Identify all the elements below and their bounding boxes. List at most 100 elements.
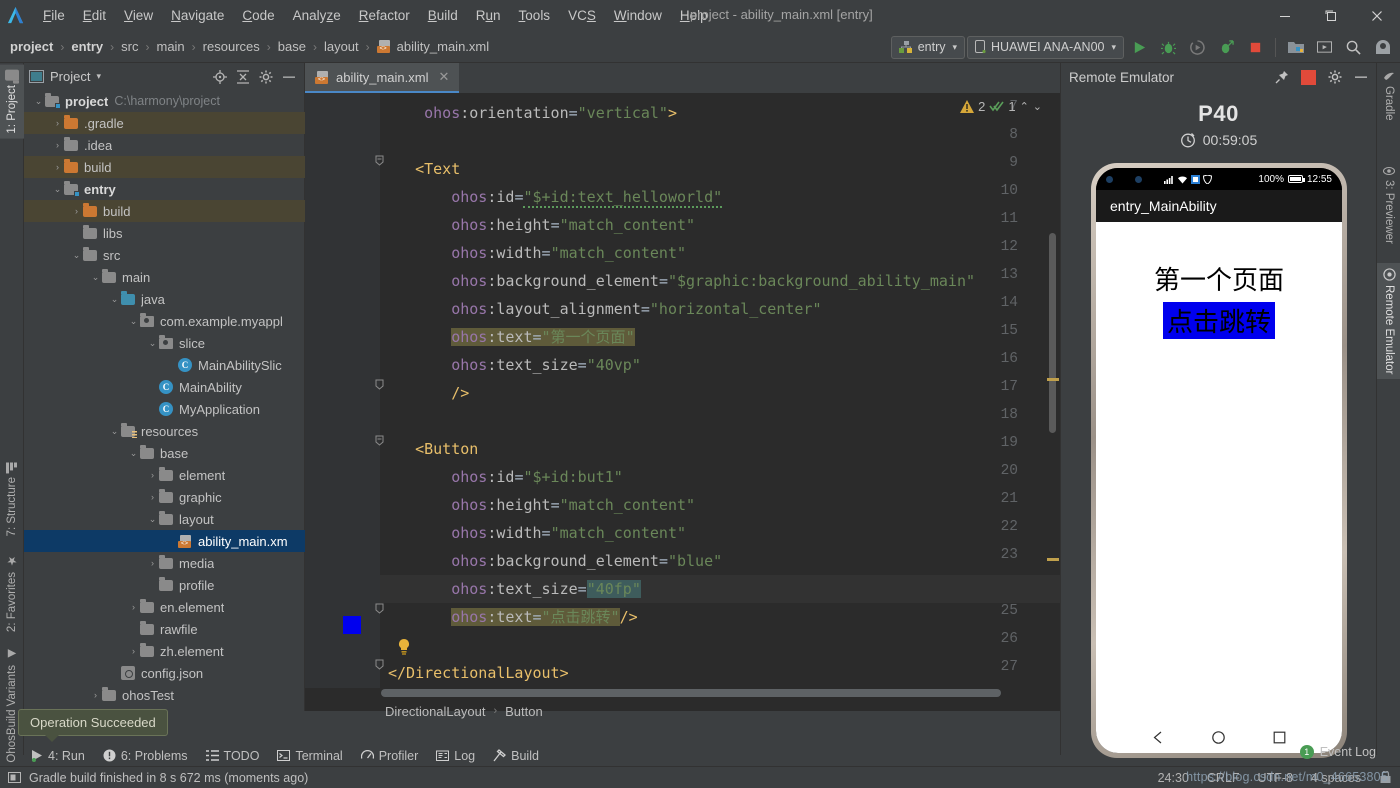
app-jump-button[interactable]: 点击跳转 [1163,302,1275,339]
gear-icon[interactable] [259,70,273,84]
tree-item-mainability[interactable]: CMainAbility [24,376,305,398]
code-line[interactable]: ohos:text="点击跳转"/> [388,603,638,631]
breadcrumb-base[interactable]: base [274,37,310,56]
tree-item-libs[interactable]: libs [24,222,305,244]
breadcrumb-main[interactable]: main [152,37,188,56]
code-line[interactable]: /> [388,379,469,407]
menu-view[interactable]: View [115,5,162,27]
tree-item-layout[interactable]: ⌄layout [24,508,305,530]
code-line[interactable]: ohos:text_size="40vp" [388,351,641,379]
fold-marker[interactable] [374,379,385,390]
code-area[interactable]: 789101112131415161718192021222324252627 … [305,93,1060,688]
attach-debugger-icon[interactable] [1184,34,1211,61]
vertical-scrollbar[interactable] [1049,233,1056,433]
menu-refactor[interactable]: Refactor [350,5,419,27]
menu-vcs[interactable]: VCS [559,5,605,27]
code-line[interactable]: ohos:height="match_content" [388,491,695,519]
hide-icon[interactable] [1354,70,1368,84]
expand-arrow-icon[interactable]: › [127,602,140,612]
code-line[interactable]: ohos:background_element="$graphic:backgr… [388,267,975,295]
gear-icon[interactable] [1328,70,1342,84]
caret-position[interactable]: 24:30 [1158,771,1189,785]
fold-marker[interactable] [374,659,385,670]
chevron-down-icon[interactable]: ▾ [96,71,101,82]
run-icon[interactable] [1126,34,1153,61]
prev-problem-icon[interactable]: ⌃ [1020,100,1029,113]
tree-item-src[interactable]: ⌄src [24,244,305,266]
phone-app-screen[interactable]: 第一个页面 点击跳转 [1096,222,1342,753]
menu-window[interactable]: Window [605,5,671,27]
bottom-tab-log[interactable]: Log [436,749,475,763]
account-icon[interactable] [1369,34,1396,61]
tree-item--idea[interactable]: ›.idea [24,134,305,156]
sidebar-tab-favorites[interactable]: 2: Favorites ★ [0,549,24,637]
expand-arrow-icon[interactable]: › [51,118,64,128]
bottom-tab-todo[interactable]: TODO [206,749,260,763]
debug-icon[interactable] [1155,34,1182,61]
breadcrumb-project[interactable]: project [6,37,57,56]
menu-build[interactable]: Build [419,5,467,27]
stop-icon[interactable] [1301,70,1316,85]
breadcrumb-file[interactable]: <> ability_main.xml [373,37,493,56]
code-line[interactable]: ohos:width="match_content" [388,519,686,547]
code-line[interactable]: ohos:width="match_content" [388,239,686,267]
fold-marker[interactable] [374,435,385,446]
tree-item-graphic[interactable]: ›graphic [24,486,305,508]
tree-item-media[interactable]: ›media [24,552,305,574]
tab-ability-main-xml[interactable]: <> ability_main.xml ✕ [305,63,459,93]
bottom-tab-build[interactable]: Build [493,749,539,763]
expand-arrow-icon[interactable]: › [89,690,102,700]
tree-item-build[interactable]: ›build [24,156,305,178]
sidebar-tab-previewer[interactable]: 3: Previewer [1377,161,1400,249]
sidebar-tab-structure[interactable]: 7: Structure [0,457,24,541]
code-line[interactable]: ohos:id="$+id:but1" [388,463,623,491]
tree-item-mainabilityslic[interactable]: CMainAbilitySlic [24,354,305,376]
breadcrumb-button[interactable]: Button [505,704,543,719]
expand-arrow-icon[interactable]: › [146,558,159,568]
tree-item-entry[interactable]: ⌄entry [24,178,305,200]
expand-arrow-icon[interactable]: › [51,162,64,172]
inspection-widget[interactable]: 2 1 ⌃ ⌄ [960,99,1042,114]
sidebar-tab-ohosbuild-variants[interactable]: OhosBuild Variants ◀ [0,643,24,768]
pin-icon[interactable] [1275,70,1289,84]
expand-arrow-icon[interactable]: › [51,140,64,150]
breadcrumb-layout[interactable]: layout [320,37,363,56]
expand-arrow-icon[interactable]: ⌄ [89,272,102,283]
locate-icon[interactable] [213,70,227,84]
bottom-tab-profiler[interactable]: Profiler [361,749,419,763]
device-manager-icon[interactable] [1282,34,1309,61]
device-selector[interactable]: HUAWEI ANA-AN00 ▾ [967,36,1124,59]
menu-file[interactable]: File [34,5,74,27]
expand-arrow-icon[interactable]: ⌄ [127,448,140,459]
tree-item-build[interactable]: ›build [24,200,305,222]
maximize-button[interactable] [1308,0,1354,31]
code-line[interactable]: ohos:text_size="40fp" [388,575,641,603]
tree-item-profile[interactable]: profile [24,574,305,596]
close-icon[interactable]: ✕ [438,69,449,85]
expand-arrow-icon[interactable]: ⌄ [146,338,159,349]
expand-arrow-icon[interactable]: › [70,206,83,216]
tree-item-element[interactable]: ›element [24,464,305,486]
code-line[interactable]: ohos:text="第一个页面" [388,323,635,351]
expand-arrow-icon[interactable]: ⌄ [51,184,64,195]
tree-item-main[interactable]: ⌄main [24,266,305,288]
bottom-tab-terminal[interactable]: Terminal [277,749,342,763]
recents-icon[interactable] [1272,730,1287,745]
minimize-button[interactable] [1262,0,1308,31]
expand-arrow-icon[interactable]: ⌄ [32,96,45,107]
color-swatch-blue[interactable] [343,616,361,634]
tree-item--gradle[interactable]: ›.gradle [24,112,305,134]
sidebar-tab-project[interactable]: 1: Project [0,65,24,139]
hide-icon[interactable] [282,70,296,84]
intention-bulb-icon[interactable] [397,639,411,655]
menu-edit[interactable]: Edit [74,5,115,27]
home-icon[interactable] [1211,730,1226,745]
code-line[interactable]: </DirectionalLayout> [388,659,569,687]
tree-item-ohostest[interactable]: ›ohosTest [24,684,305,706]
tree-item-base[interactable]: ⌄base [24,442,305,464]
bottom-tab-run[interactable]: 4: Run [30,749,85,763]
sidebar-tab-remote-emulator[interactable]: Remote Emulator [1377,263,1400,379]
code-line[interactable]: ohos:background_element="blue" [388,547,722,575]
code-line[interactable]: ohos:orientation="vertical"> [388,99,677,127]
fold-marker[interactable] [374,155,385,166]
